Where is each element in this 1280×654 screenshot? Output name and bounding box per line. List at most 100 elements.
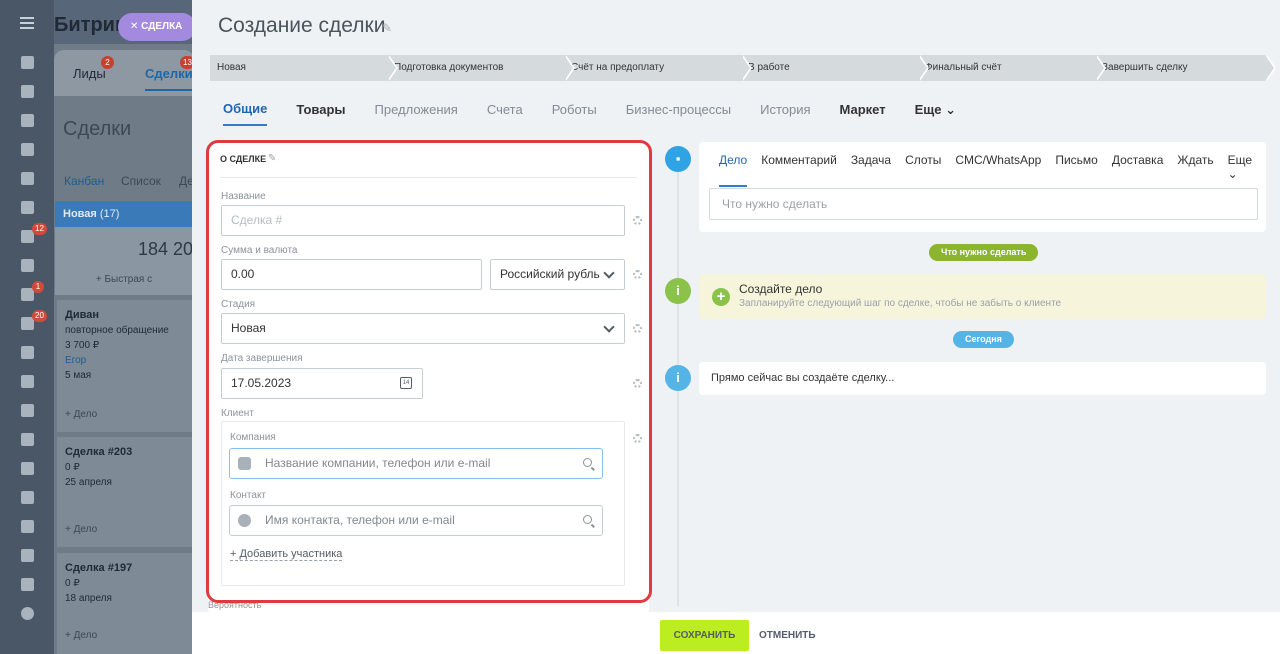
currency-select[interactable]: Российский рубль	[490, 259, 625, 290]
today-pill: Сегодня	[953, 331, 1014, 348]
tab-offers[interactable]: Предложения	[375, 102, 458, 125]
rail-icon-13[interactable]	[21, 404, 34, 417]
rail-icon-14[interactable]	[21, 433, 34, 446]
rail-icon-1[interactable]	[21, 56, 34, 69]
stage-value: Новая	[231, 321, 266, 335]
rail-icon-17[interactable]	[21, 520, 34, 533]
rail-icon-5[interactable]	[21, 172, 34, 185]
activity-composer: Дело Комментарий Задача Слоты СМС/WhatsA…	[699, 142, 1266, 232]
composer-more-label: Еще	[1227, 153, 1253, 167]
gear-icon[interactable]	[633, 270, 642, 279]
rail-icon-6[interactable]	[21, 201, 34, 214]
tab-more[interactable]: Еще ⌄	[915, 102, 956, 118]
tab-general[interactable]: Общие	[223, 101, 268, 126]
card-add-activity[interactable]: + Дело	[65, 407, 97, 422]
gear-icon[interactable]	[633, 434, 642, 443]
card-amount: 0 ₽	[65, 462, 80, 473]
card-date: 5 мая	[65, 370, 92, 381]
stage-item[interactable]: В работе	[741, 55, 929, 81]
activity-input[interactable]: Что нужно сделать	[709, 188, 1258, 220]
amount-input[interactable]: 0.00	[221, 259, 482, 290]
contact-search-input[interactable]: Имя контакта, телефон или e-mail	[229, 505, 603, 536]
composer-tab-comment[interactable]: Комментарий	[761, 153, 837, 187]
create-activity-card[interactable]: + Создайте дело Запланируйте следующий ш…	[699, 274, 1266, 319]
plus-icon[interactable]: +	[712, 288, 730, 306]
card-add-activity[interactable]: + Дело	[65, 522, 97, 537]
tab-leads[interactable]: Лиды	[73, 66, 106, 81]
add-participant-link[interactable]: + Добавить участника	[230, 548, 343, 561]
edit-section-pencil-icon[interactable]: ✎	[268, 153, 276, 164]
gear-icon[interactable]	[633, 216, 642, 225]
deal-name-input[interactable]: Сделка #	[221, 205, 625, 236]
close-date-input[interactable]: 17.05.2023 14	[221, 368, 423, 399]
menu-burger-icon[interactable]	[20, 17, 34, 29]
slider-title: Создание сделки	[218, 14, 386, 37]
chevron-down-icon	[603, 321, 615, 333]
quick-add-deal[interactable]: + Быстрая с	[55, 274, 192, 285]
stage-item[interactable]: Новая	[210, 55, 398, 81]
tab-market[interactable]: Маркет	[840, 102, 886, 125]
search-icon[interactable]	[583, 458, 592, 467]
rail-icon-3[interactable]	[21, 114, 34, 127]
slider-label-tab[interactable]: ✕ СДЕЛКА	[118, 13, 192, 41]
view-kanban[interactable]: Канбан	[64, 174, 104, 188]
rail-icon-11[interactable]	[21, 346, 34, 359]
composer-tab-email[interactable]: Письмо	[1055, 153, 1098, 187]
stage-select[interactable]: Новая	[221, 313, 625, 344]
creation-event: Прямо сейчас вы создаёте сделку...	[699, 362, 1266, 395]
tab-products[interactable]: Товары	[296, 102, 345, 125]
stage-item[interactable]: Финальный счёт	[918, 55, 1106, 81]
info-icon: i	[665, 365, 691, 391]
amount-label: Сумма и валюта	[221, 245, 298, 256]
todo-subtitle: Запланируйте следующий шаг по сделке, чт…	[739, 298, 1062, 309]
rail-icon-4[interactable]	[21, 143, 34, 156]
rail-icon-18[interactable]	[21, 549, 34, 562]
brand-logo: Битрик	[54, 14, 125, 36]
tab-business-processes[interactable]: Бизнес-процессы	[626, 102, 731, 125]
tab-robots[interactable]: Роботы	[552, 102, 597, 125]
save-button[interactable]: СОХРАНИТЬ	[660, 620, 749, 651]
deal-card[interactable]: Сделка #197 0 ₽ 18 апреля + Дело	[57, 553, 192, 654]
view-other[interactable]: Де	[179, 174, 192, 188]
company-search-input[interactable]: Название компании, телефон или e-mail	[229, 448, 603, 479]
search-icon[interactable]	[583, 515, 592, 524]
gear-icon[interactable]	[633, 324, 642, 333]
rail-icon-12[interactable]	[21, 375, 34, 388]
rail-icon-15[interactable]	[21, 462, 34, 475]
deals-badge: 13	[180, 56, 192, 69]
contact-label: Контакт	[230, 490, 267, 501]
cancel-button[interactable]: ОТМЕНИТЬ	[759, 620, 816, 651]
stage-item[interactable]: Подготовка документов	[387, 55, 575, 81]
slider-label-text: СДЕЛКА	[141, 21, 183, 32]
stage-item[interactable]: Завершить сделку	[1095, 55, 1276, 81]
composer-tab-delivery[interactable]: Доставка	[1112, 153, 1164, 187]
calendar-icon[interactable]: 14	[400, 377, 412, 389]
view-list[interactable]: Список	[121, 174, 161, 188]
tab-invoices[interactable]: Счета	[487, 102, 523, 125]
tab-deals[interactable]: Сделки	[145, 66, 192, 91]
rail-icon-19[interactable]	[21, 578, 34, 591]
deal-card[interactable]: Диван повторное обращение 3 700 ₽ Егор 5…	[57, 300, 192, 432]
stage-item[interactable]: Счёт на предоплату	[564, 55, 752, 81]
tab-history[interactable]: История	[760, 102, 810, 125]
card-date: 25 апреля	[65, 477, 112, 488]
composer-tab-more[interactable]: Еще ⌄	[1228, 153, 1252, 187]
stage-label: Стадия	[221, 299, 256, 310]
card-contact[interactable]: Егор	[65, 353, 185, 368]
composer-tab-slots[interactable]: Слоты	[905, 153, 941, 187]
composer-tab-sms[interactable]: СМС/WhatsApp	[955, 153, 1041, 187]
footer-bar: СОХРАНИТЬ ОТМЕНИТЬ	[192, 612, 1280, 654]
rail-icon-20[interactable]	[21, 607, 34, 620]
deal-card[interactable]: Сделка #203 0 ₽ 25 апреля + Дело	[57, 437, 192, 547]
rail-icon-2[interactable]	[21, 85, 34, 98]
composer-tab-wait[interactable]: Ждать	[1177, 153, 1213, 187]
card-subtitle: повторное обращение	[65, 325, 169, 336]
rail-icon-16[interactable]	[21, 491, 34, 504]
deal-create-slider: Создание сделки ✎ Новая Подготовка докум…	[192, 0, 1280, 654]
rail-icon-8[interactable]	[21, 259, 34, 272]
gear-icon[interactable]	[633, 379, 642, 388]
composer-tab-activity[interactable]: Дело	[719, 153, 748, 187]
card-add-activity[interactable]: + Дело	[65, 628, 97, 643]
edit-title-pencil-icon[interactable]: ✎	[382, 21, 392, 35]
composer-tab-task[interactable]: Задача	[851, 153, 891, 187]
